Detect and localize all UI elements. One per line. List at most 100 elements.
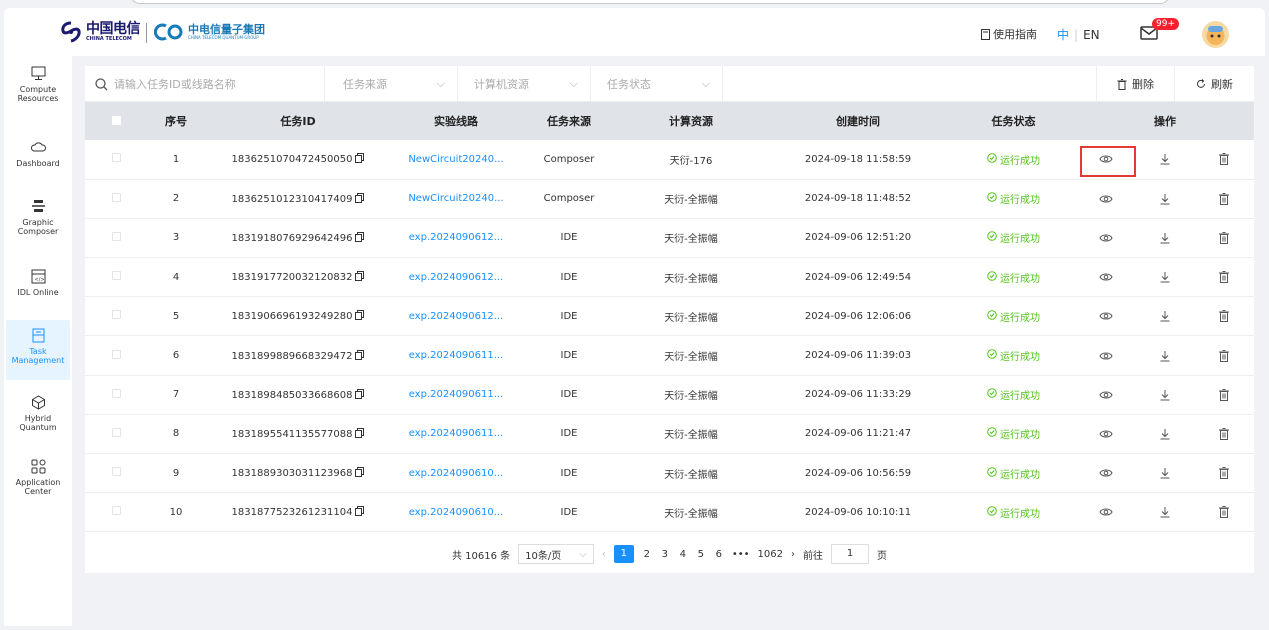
delete-button[interactable]: 删除 [1096,66,1175,102]
copy-icon[interactable] [352,231,365,244]
delete-icon[interactable] [1217,153,1231,166]
sidebar-item-task-management[interactable]: Task Management [6,320,70,380]
page-button[interactable]: 4 [678,549,688,560]
select-all-checkbox[interactable] [111,115,121,125]
sidebar-item-application-center[interactable]: Application Center [6,459,70,496]
delete-icon[interactable] [1217,310,1231,323]
status-badge: 运行成功 [987,505,1040,520]
table-row: 7 1831898485033668608 exp.2024090611... IDE… [85,375,1255,415]
task-status-select[interactable]: 任务状态 ⌵ [591,66,723,102]
lang-en[interactable]: EN [1083,28,1100,42]
page-button[interactable]: 5 [696,549,706,560]
row-checkbox[interactable] [111,388,121,398]
copy-icon[interactable] [352,153,365,165]
browser-url-bar[interactable] [130,0,1170,4]
download-icon[interactable] [1158,468,1172,479]
prev-page-button[interactable]: ‹ [602,549,606,560]
delete-icon[interactable] [1217,506,1231,519]
next-page-button[interactable]: › [791,549,795,560]
page-button[interactable]: 1062 [758,549,783,560]
row-checkbox[interactable] [111,349,121,359]
row-checkbox[interactable] [111,231,121,241]
row-checkbox[interactable] [111,506,121,516]
sidebar-item-compute-resources[interactable]: Compute Resources [6,66,70,103]
row-checkbox[interactable] [111,310,121,320]
table-row: 8 1831895541135577088 exp.2024090611... IDE… [85,414,1255,454]
copy-icon[interactable] [352,192,365,205]
copy-icon[interactable] [352,427,365,440]
created-time: 2024-09-06 10:56:59 [804,467,912,479]
task-source: IDE [560,428,578,440]
avatar[interactable] [1202,21,1229,48]
circuit-link[interactable]: exp.2024090611... [409,389,504,400]
circuit-link[interactable]: exp.2024090611... [409,428,504,439]
sidebar-item-graphic-composer[interactable]: Graphic Composer [6,199,70,236]
delete-icon[interactable] [1217,192,1231,205]
download-icon[interactable] [1158,154,1172,165]
download-icon[interactable] [1158,311,1172,322]
page-button[interactable]: 2 [642,549,652,560]
row-checkbox[interactable] [111,153,121,163]
language-switch[interactable]: 中 | EN [1057,26,1100,43]
download-icon[interactable] [1158,272,1172,283]
view-eye-icon[interactable] [1099,351,1113,362]
delete-icon[interactable] [1217,349,1231,362]
sidebar-item-hybrid-quantum[interactable]: Hybrid Quantum [6,395,70,432]
search-input[interactable]: 请输入任务ID或线路名称 [85,66,325,102]
download-icon[interactable] [1158,350,1172,362]
view-eye-icon[interactable] [1099,272,1113,283]
refresh-button[interactable]: 刷新 [1175,66,1254,102]
copy-icon[interactable] [352,271,365,283]
row-checkbox[interactable] [111,192,121,202]
view-eye-icon[interactable] [1099,507,1113,518]
download-icon[interactable] [1158,193,1172,205]
circuit-link[interactable]: exp.2024090612... [409,311,504,322]
user-guide-link[interactable]: 使用指南 [981,26,1037,42]
lang-zh[interactable]: 中 [1057,28,1069,42]
download-icon[interactable] [1158,507,1172,518]
page-button[interactable]: 6 [714,549,724,560]
col-source: 任务来源 [547,115,591,128]
row-checkbox[interactable] [111,467,121,477]
circuit-link[interactable]: NewCircuit20240... [408,154,503,165]
row-checkbox[interactable] [111,427,121,437]
sidebar-item-idl-online[interactable]: </> IDL Online [6,269,70,297]
china-telecom-logo[interactable]: 中国电信 CHINA TELECOM [60,20,141,44]
delete-icon[interactable] [1217,271,1231,284]
quantum-group-logo[interactable]: 中电信量子集团 CHINA TELECOM QUANTUM GROUP [154,22,265,42]
copy-icon[interactable] [352,310,365,322]
copy-icon[interactable] [352,388,365,401]
delete-icon[interactable] [1217,467,1231,480]
view-eye-icon[interactable] [1099,311,1113,322]
page-size-select[interactable]: 10条/页 ⌵ [518,544,594,564]
view-eye-icon[interactable] [1099,429,1113,440]
delete-icon[interactable] [1217,231,1231,244]
copy-icon[interactable] [352,506,365,518]
goto-page-input[interactable]: 1 [831,544,869,564]
download-icon[interactable] [1158,232,1172,244]
delete-icon[interactable] [1217,427,1231,440]
view-eye-icon[interactable] [1099,468,1113,479]
view-eye-icon[interactable] [1099,233,1113,244]
circuit-link[interactable]: exp.2024090611... [409,350,504,361]
copy-icon[interactable] [352,349,365,362]
delete-icon[interactable] [1217,388,1231,401]
page-button[interactable]: 1 [613,545,634,563]
view-eye-icon[interactable] [1099,390,1113,401]
page-ellipsis[interactable]: ••• [732,549,750,560]
download-icon[interactable] [1158,389,1172,401]
sidebar-item-dashboard[interactable]: Dashboard [6,140,70,168]
circuit-link[interactable]: NewCircuit20240... [408,193,503,204]
circuit-link[interactable]: exp.2024090612... [409,272,504,283]
view-eye-icon[interactable] [1099,194,1113,205]
compute-resource-select[interactable]: 计算机资源 ⌵ [458,66,591,102]
copy-icon[interactable] [352,467,365,479]
status-text: 运行成功 [1000,273,1040,285]
download-icon[interactable] [1158,428,1172,440]
circuit-link[interactable]: exp.2024090610... [409,507,504,518]
page-button[interactable]: 3 [660,549,670,560]
circuit-link[interactable]: exp.2024090610... [409,468,504,479]
circuit-link[interactable]: exp.2024090612... [409,232,504,243]
task-source-select[interactable]: 任务来源 ⌵ [325,66,458,102]
row-checkbox[interactable] [111,271,121,281]
